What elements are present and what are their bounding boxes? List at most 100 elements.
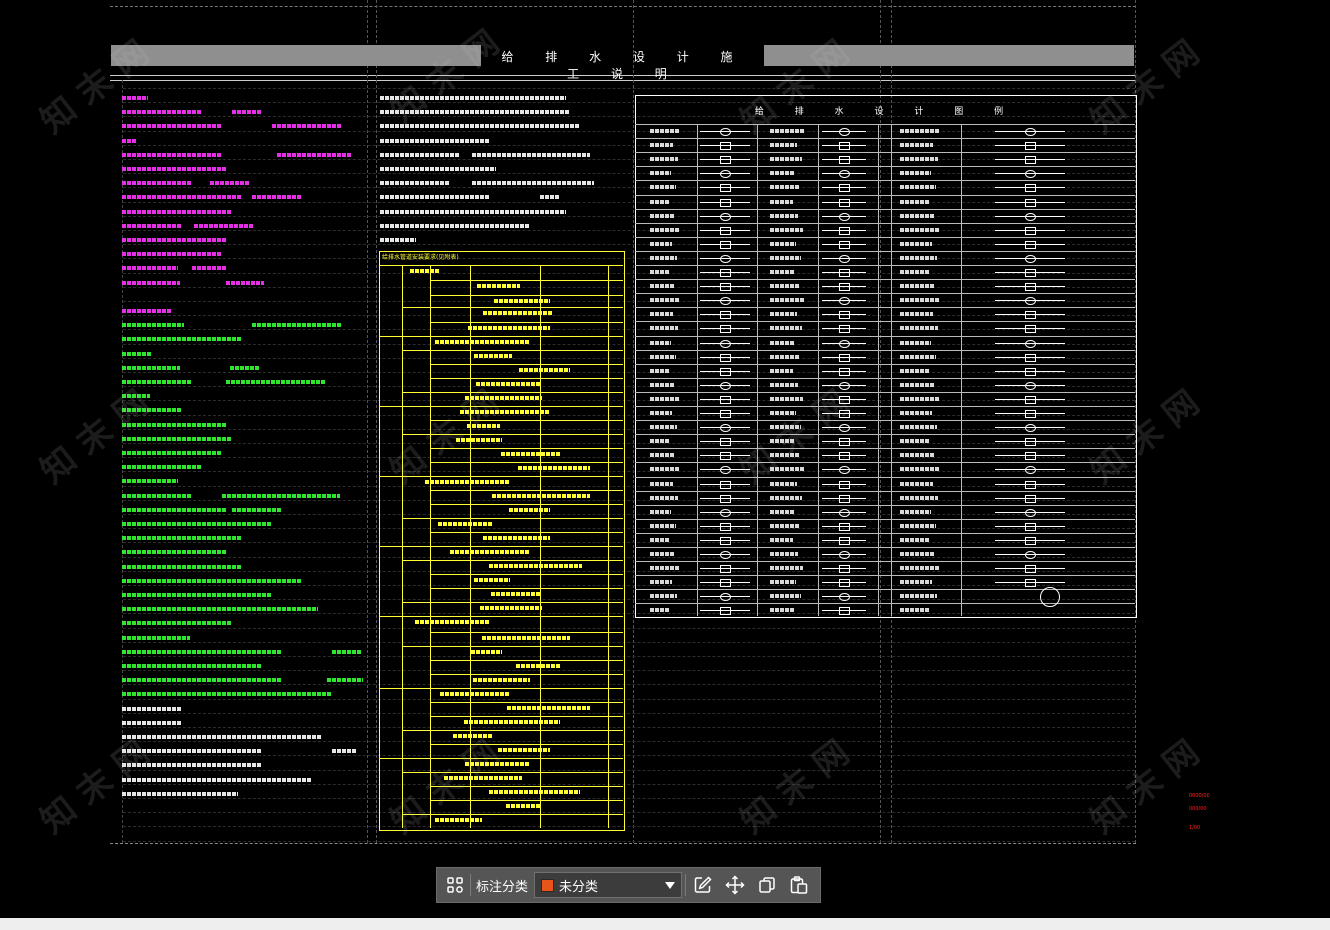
table-cell-text: [483, 311, 552, 315]
legend-name: [650, 608, 670, 612]
copy-icon[interactable]: [755, 873, 779, 897]
legend-name: [900, 284, 935, 288]
legend-name: [900, 580, 932, 584]
table-cell-text: [435, 818, 482, 822]
legend-name: [900, 185, 936, 189]
legend-symbol-shape: [1025, 269, 1036, 277]
paste-icon[interactable]: [787, 873, 811, 897]
note-line-tail: [272, 124, 342, 129]
note-line: [122, 152, 222, 157]
legend-name: [770, 200, 793, 204]
legend-name: [650, 566, 679, 570]
legend-row-line: [635, 519, 1135, 520]
legend-symbol-shape: [839, 523, 850, 531]
guide-line: [123, 826, 1135, 827]
legend-row-line: [635, 152, 1135, 153]
legend-name: [650, 157, 678, 161]
legend-name: [900, 341, 931, 345]
legend-name: [770, 369, 793, 373]
note-line: [122, 138, 136, 143]
guide-line: [123, 713, 1135, 714]
legend-name: [770, 383, 798, 387]
note-line: [122, 777, 312, 782]
legend-row-line: [635, 195, 1135, 196]
legend-symbol-shape: [720, 565, 731, 573]
legend-name: [900, 312, 933, 316]
legend-symbol-shape: [1025, 410, 1036, 418]
move-icon[interactable]: [723, 873, 747, 897]
legend-name: [900, 538, 929, 542]
legend-symbol-shape: [839, 481, 850, 489]
table-cell-text: [507, 706, 590, 710]
legend-symbol-shape: [720, 438, 731, 446]
legend-name: [650, 341, 671, 345]
legend-row-line: [635, 533, 1135, 534]
legend-col-line: [818, 124, 819, 616]
legend-name: [900, 552, 934, 556]
legend-name: [900, 608, 930, 612]
legend-name: [650, 369, 669, 373]
note-line: [122, 110, 202, 115]
legend-name: [770, 185, 800, 189]
guide-line: [123, 755, 1135, 756]
legend-name: [900, 510, 931, 514]
table-row-line: [430, 632, 623, 633]
note-line: [122, 621, 232, 626]
legend-row-line: [635, 293, 1135, 294]
legend-row-line: [635, 321, 1135, 322]
table-row-line: [402, 518, 623, 519]
table-cell-text: [506, 804, 540, 808]
note-line: [380, 138, 490, 143]
legend-symbol-shape: [1025, 438, 1036, 446]
legend-name: [900, 411, 932, 415]
grid-icon[interactable]: [443, 873, 467, 897]
note-line: [122, 706, 182, 711]
table-row-line: [402, 560, 623, 561]
table-row-line: [430, 490, 623, 491]
legend-name: [770, 298, 804, 302]
legend-name: [900, 129, 940, 133]
legend-symbol-shape: [839, 340, 850, 348]
legend-symbol-shape: [720, 170, 731, 178]
guide-line: [123, 727, 1135, 728]
legend-symbol-shape: [720, 128, 731, 136]
note-line: [122, 593, 272, 597]
table-row-line: [380, 546, 623, 547]
legend-row-line: [635, 477, 1135, 478]
legend-symbol-shape: [720, 297, 731, 305]
guide-line: [123, 628, 1135, 629]
legend-row-line: [635, 223, 1135, 224]
table-cell-text: [516, 664, 560, 668]
cad-drawing-canvas[interactable]: 给 排 水 设 计 施 工 说 明 给排水管道安装要求(见附表) 给 排 水 设…: [0, 0, 1330, 918]
legend-row-line: [635, 434, 1135, 435]
table-cell-text: [435, 340, 530, 344]
legend-name: [650, 171, 671, 175]
legend-symbol-shape: [839, 382, 850, 390]
drawing-title: 给 排 水 设 计 施 工 说 明: [501, 50, 747, 81]
guide-line: [123, 812, 1135, 813]
legend-name: [650, 256, 677, 260]
column-divider-3: [633, 0, 634, 843]
edit-icon[interactable]: [691, 873, 715, 897]
legend-symbol-shape: [720, 466, 731, 474]
note-line: [122, 167, 226, 171]
legend-symbol-shape: [839, 283, 850, 291]
legend-symbol-shape: [1025, 368, 1036, 376]
table-cell-text: [491, 592, 540, 596]
legend-name: [770, 608, 794, 612]
legend-name: [770, 270, 794, 274]
note-line-tail: [252, 323, 342, 328]
category-select[interactable]: 未分类: [534, 872, 683, 898]
guide-line: [123, 699, 1135, 700]
chevron-down-icon: [665, 882, 676, 889]
legend-symbol-shape: [1025, 452, 1036, 460]
legend-name: [650, 510, 671, 514]
legend-col-line: [961, 124, 962, 616]
note-line: [122, 309, 172, 313]
legend-symbol-shape: [839, 170, 850, 178]
legend-row-line: [635, 124, 1135, 125]
legend-name: [650, 425, 677, 429]
legend-name: [770, 538, 793, 542]
note-line: [122, 479, 178, 484]
legend-symbol-shape: [839, 537, 850, 545]
